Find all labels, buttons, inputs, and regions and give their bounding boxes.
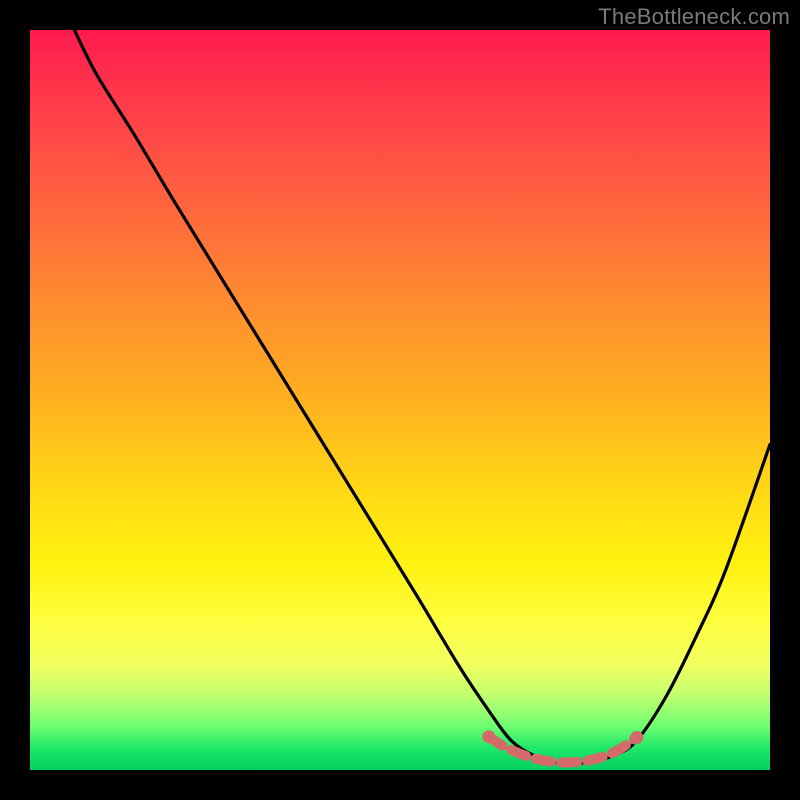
chart-frame: TheBottleneck.com <box>0 0 800 800</box>
watermark-text: TheBottleneck.com <box>598 4 790 30</box>
plot-area <box>30 30 770 770</box>
optimal-range-endpoint <box>630 731 643 744</box>
bottleneck-curve <box>74 30 770 764</box>
curve-svg <box>30 30 770 770</box>
optimal-range-endpoint <box>482 730 495 743</box>
